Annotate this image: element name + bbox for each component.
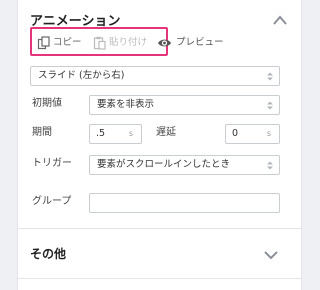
select-arrows-icon (267, 101, 273, 110)
delay-label: 遅延 (156, 127, 176, 138)
delay-unit: s (266, 129, 271, 138)
initial-value-select-value: 要素を非表示 (97, 99, 155, 110)
effect-select[interactable]: スライド (左から右) (30, 66, 280, 86)
paste-label: 貼り付け (109, 37, 148, 48)
paste-icon (93, 36, 106, 50)
duration-label: 期間 (32, 127, 52, 138)
trigger-select-value: 要素がスクロールインしたとき (97, 159, 231, 170)
delay-input[interactable]: 0 s (225, 124, 280, 144)
group-input[interactable] (89, 193, 280, 213)
initial-value-select[interactable]: 要素を非表示 (89, 95, 280, 115)
delay-value: 0 (232, 128, 239, 139)
copy-label: コピー (53, 37, 82, 48)
duration-input[interactable]: .5 s (89, 124, 142, 144)
copy-icon (37, 36, 50, 50)
duration-unit: s (128, 129, 133, 138)
duration-value: .5 (96, 128, 106, 139)
trigger-label: トリガー (32, 158, 72, 169)
other-section-title[interactable]: その他 (30, 245, 66, 262)
group-label: グループ (32, 196, 72, 207)
preview-label: プレビュー (176, 37, 224, 48)
section-divider (18, 228, 301, 229)
chevron-down-icon[interactable] (263, 250, 279, 260)
effect-select-value: スライド (左から右) (38, 70, 125, 81)
chevron-up-icon[interactable] (272, 14, 288, 26)
select-arrows-icon (267, 161, 273, 170)
trigger-select[interactable]: 要素がスクロールインしたとき (89, 155, 280, 175)
select-arrows-icon (267, 72, 273, 81)
section-divider (18, 278, 301, 279)
eye-icon (158, 39, 171, 47)
initial-value-label: 初期値 (32, 98, 62, 109)
settings-panel: アニメーション コピー 貼り付け プレビュー スライド (左から右) 初期値 要… (17, 0, 302, 290)
